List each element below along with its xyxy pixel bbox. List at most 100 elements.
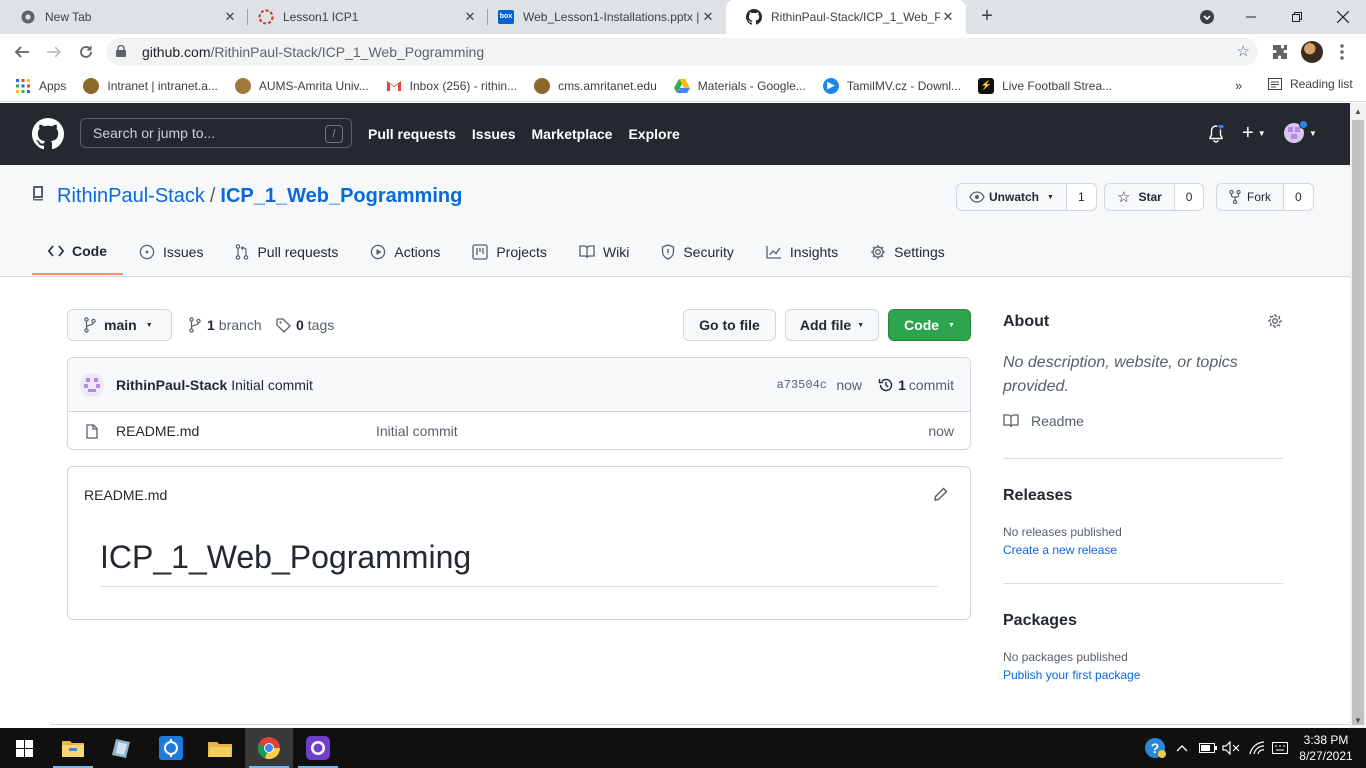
repo-owner-link[interactable]: RithinPaul-Stack <box>57 185 205 208</box>
tab-box-pptx[interactable]: box Web_Lesson1-Installations.pptx | ✕ <box>478 0 726 34</box>
keyboard-icon[interactable] <box>1272 728 1288 768</box>
github-logo-icon[interactable] <box>32 118 64 150</box>
releases-heading[interactable]: Releases <box>1003 487 1283 505</box>
close-icon[interactable]: ✕ <box>462 9 478 25</box>
commit-message[interactable]: Initial commit <box>231 377 313 393</box>
chrome-taskbar-icon[interactable] <box>245 728 293 768</box>
file-commit-message[interactable]: Initial commit <box>376 423 458 439</box>
star-button[interactable]: ☆ Star 0 <box>1104 183 1205 211</box>
readme-filename[interactable]: README.md <box>84 487 167 503</box>
close-icon[interactable]: ✕ <box>222 9 238 25</box>
code-button[interactable]: Code ▼ <box>888 309 971 341</box>
taskbar-clock[interactable]: 3:38 PM 8/27/2021 <box>1296 732 1356 764</box>
close-window-icon[interactable] <box>1320 0 1366 34</box>
readme-link-label: Readme <box>1031 413 1084 429</box>
close-icon[interactable]: ✕ <box>940 9 956 25</box>
file-explorer-icon[interactable] <box>49 728 97 768</box>
tab-projects[interactable]: Projects <box>456 237 563 275</box>
branch-selector[interactable]: main ▼ <box>67 309 172 341</box>
battery-icon[interactable] <box>1199 728 1217 768</box>
commit-author[interactable]: RithinPaul-Stack <box>116 377 227 393</box>
tab-settings[interactable]: Settings <box>854 237 961 275</box>
watch-button[interactable]: Unwatch ▼ 1 <box>956 183 1097 211</box>
file-name[interactable]: README.md <box>116 423 199 439</box>
add-file-button[interactable]: Add file ▼ <box>785 309 879 341</box>
more-bookmarks-icon[interactable]: » <box>1235 78 1242 93</box>
tab-github-repo[interactable]: RithinPaul-Stack/ICP_1_Web_Pog ✕ <box>726 0 966 34</box>
bookmark-aums[interactable]: AUMS-Amrita Univ... <box>234 77 369 94</box>
publish-package-link[interactable]: Publish your first package <box>1003 668 1283 682</box>
bookmark-apps[interactable]: Apps <box>15 78 66 94</box>
page-scrollbar[interactable]: ▲ ▼ <box>1350 103 1366 728</box>
back-arrow-icon[interactable] <box>10 40 34 64</box>
profile-avatar[interactable] <box>1300 40 1324 64</box>
code-button-label: Code <box>904 317 940 333</box>
pencil-icon[interactable] <box>934 487 948 504</box>
github-desktop-icon[interactable] <box>294 728 342 768</box>
tab-pull-requests[interactable]: Pull requests <box>219 237 354 275</box>
extensions-icon[interactable] <box>1268 40 1292 64</box>
show-desktop-button[interactable] <box>1358 728 1366 768</box>
tab-actions[interactable]: Actions <box>354 237 456 275</box>
minimize-icon[interactable] <box>1228 0 1274 34</box>
reload-icon[interactable] <box>74 40 98 64</box>
gear-icon[interactable] <box>1267 313 1283 329</box>
nav-issues[interactable]: Issues <box>472 126 516 142</box>
kebab-menu-icon[interactable] <box>1332 40 1352 64</box>
bookmark-cms[interactable]: cms.amritanet.edu <box>534 77 657 94</box>
tab-security[interactable]: Security <box>645 237 750 275</box>
help-icon[interactable]: ? <box>1144 728 1166 768</box>
tray-chevron-up-icon[interactable] <box>1176 728 1188 768</box>
file-row[interactable]: README.md Initial commit now <box>68 412 970 450</box>
wifi-icon[interactable] <box>1248 728 1266 768</box>
tab-wiki[interactable]: Wiki <box>563 237 645 275</box>
readme-link[interactable]: Readme <box>1003 413 1283 429</box>
bookmark-gmail[interactable]: Inbox (256) - rithin... <box>386 78 517 94</box>
commit-sha[interactable]: a73504c <box>777 378 827 392</box>
address-bar[interactable]: github.com/RithinPaul-Stack/ICP_1_Web_Po… <box>106 38 1258 66</box>
tab-new-tab[interactable]: New Tab ✕ <box>0 0 248 34</box>
tags-link[interactable]: 0 tags <box>276 317 334 333</box>
folder-app-icon[interactable] <box>196 728 244 768</box>
nav-pull-requests[interactable]: Pull requests <box>368 126 456 142</box>
scroll-down-arrow-icon[interactable]: ▼ <box>1354 716 1362 725</box>
scrollbar-thumb[interactable] <box>1352 120 1364 725</box>
author-avatar[interactable] <box>80 372 104 397</box>
commit-history-link[interactable]: 1 commit <box>878 377 954 393</box>
sync-app-icon[interactable] <box>147 728 195 768</box>
tab-insights[interactable]: Insights <box>750 237 854 275</box>
star-count[interactable]: 0 <box>1174 184 1204 210</box>
speaker-muted-icon[interactable] <box>1222 728 1240 768</box>
user-menu[interactable]: ▼ <box>1284 120 1317 143</box>
reading-list-button[interactable]: Reading list <box>1268 77 1353 91</box>
bell-icon[interactable] <box>1208 122 1225 146</box>
packages-heading[interactable]: Packages <box>1003 612 1283 630</box>
nav-marketplace[interactable]: Marketplace <box>532 126 613 142</box>
bookmark-tamilmv[interactable]: ▶ TamilMV.cz - Downl... <box>822 77 961 94</box>
bookmark-star-icon[interactable]: ☆ <box>1237 42 1250 60</box>
tab-code[interactable]: Code <box>32 237 123 275</box>
tab-search-icon[interactable] <box>1184 0 1230 34</box>
create-new-menu[interactable]: + ▼ <box>1242 123 1266 143</box>
bookmark-football[interactable]: ⚡ Live Football Strea... <box>978 77 1112 94</box>
fork-count[interactable]: 0 <box>1284 184 1313 210</box>
windows-start-icon[interactable] <box>0 728 48 768</box>
branches-link[interactable]: 1 branch <box>189 317 262 333</box>
go-to-file-button[interactable]: Go to file <box>683 309 776 341</box>
close-icon[interactable]: ✕ <box>700 9 716 25</box>
scroll-up-arrow-icon[interactable]: ▲ <box>1354 107 1362 116</box>
create-release-link[interactable]: Create a new release <box>1003 543 1283 557</box>
bookmark-drive[interactable]: Materials - Google... <box>673 78 806 94</box>
tab-lesson1[interactable]: Lesson1 ICP1 ✕ <box>238 0 488 34</box>
fork-button[interactable]: Fork 0 <box>1216 183 1314 211</box>
notebook-app-icon[interactable] <box>98 728 146 768</box>
nav-explore[interactable]: Explore <box>628 126 679 142</box>
forward-arrow-icon[interactable] <box>42 40 66 64</box>
tab-issues[interactable]: Issues <box>123 237 219 275</box>
restore-icon[interactable] <box>1274 0 1320 34</box>
watch-count[interactable]: 1 <box>1066 184 1096 210</box>
github-search-input[interactable]: Search or jump to... / <box>80 118 352 148</box>
bookmark-intranet[interactable]: Intranet | intranet.a... <box>83 77 218 94</box>
repo-name-link[interactable]: ICP_1_Web_Pogramming <box>220 185 462 208</box>
new-tab-button[interactable]: + <box>976 5 998 27</box>
